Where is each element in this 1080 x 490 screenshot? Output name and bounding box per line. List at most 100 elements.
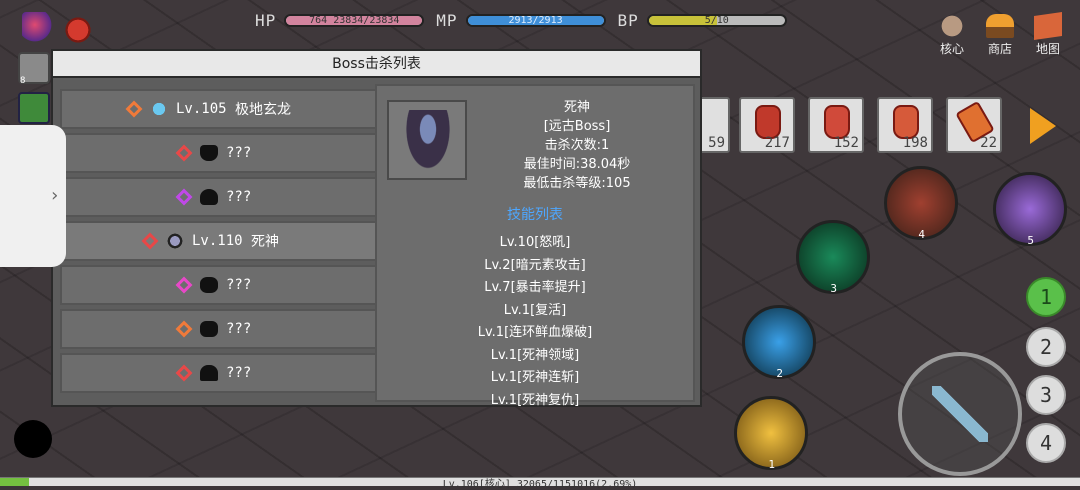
boss-row-6[interactable]: ??? — [60, 309, 415, 349]
skill-number-5: 5 — [1027, 234, 1034, 247]
skill-slot-1[interactable]: 1 — [734, 396, 808, 471]
potion-icon — [755, 105, 781, 139]
hp-label: HP — [255, 10, 277, 30]
rarity-diamond-icon — [125, 100, 143, 118]
core-icon — [938, 14, 966, 38]
chevron-right-icon: › — [49, 185, 60, 206]
bp-bar: 5/10 — [646, 13, 787, 27]
skill-slot-3[interactable]: 3 — [796, 220, 870, 295]
boss-name: ??? — [226, 365, 252, 381]
skills-list: Lv.10[怒吼] Lv.2[暗元素攻击] Lv.7[暴击率提升] Lv.1[复… — [377, 232, 693, 412]
boss-info: 死神 [远古Boss] 击杀次数:1 最佳时间:38.04秒 最低击杀等级:10… — [477, 98, 677, 193]
map-label: 地图 — [1035, 42, 1060, 56]
kill-count: 击杀次数:1 — [544, 138, 610, 153]
boss-row-4[interactable]: Lv.110 死神 — [60, 221, 415, 261]
boss-name: ??? — [226, 145, 252, 161]
boss-row-1[interactable]: Lv.105 极地玄龙 — [60, 89, 415, 129]
mp-bar: 2913/2913 — [465, 13, 606, 27]
boss-detail-name: 死神 — [563, 100, 590, 115]
boss-kill-panel: Boss击杀列表 Lv.105 极地玄龙 ??? ??? Lv.110 死神 ?… — [51, 49, 702, 408]
hammer-icon[interactable] — [18, 92, 50, 124]
skill-item: Lv.1[死神连斩] — [490, 370, 580, 385]
boss-portrait — [387, 100, 467, 180]
item-count-1: 59 — [708, 135, 725, 151]
rarity-diamond-icon — [141, 232, 159, 250]
skill-slot-2[interactable]: 2 — [742, 305, 816, 380]
death-reaper-icon — [166, 233, 184, 249]
skull-helmet-icon[interactable]: 8 — [18, 52, 50, 86]
skill-item: Lv.1[死神复仇] — [490, 392, 580, 408]
item-count-5: 22 — [980, 135, 997, 151]
skill-item: Lv.2[暗元素攻击] — [484, 257, 586, 273]
item-count-4: 198 — [902, 135, 928, 151]
next-page-arrow-icon[interactable] — [1030, 108, 1056, 144]
item-slot-2[interactable]: 217 — [739, 97, 795, 153]
boss-rank: [远古Boss] — [543, 119, 611, 134]
skill-slot-4[interactable]: 4 — [884, 166, 958, 241]
map-icon — [1034, 12, 1062, 40]
side-badge: 8 — [20, 76, 26, 86]
joystick-knob[interactable] — [14, 420, 52, 458]
skill-item: Lv.10[怒吼] — [499, 235, 571, 250]
attack-axe-button[interactable] — [898, 352, 1022, 476]
rarity-diamond-icon — [175, 276, 193, 294]
panel-title: Boss击杀列表 — [53, 51, 700, 78]
boss-row-2[interactable]: ??? — [60, 133, 415, 173]
min-kill-level: 最低击杀等级:105 — [523, 176, 631, 191]
map-menu-button[interactable]: 地图 — [1034, 12, 1062, 57]
potion-icon — [824, 105, 850, 139]
item-slot-3[interactable]: 152 — [808, 97, 864, 153]
bp-text: 5/10 — [704, 14, 729, 26]
hp-bar: 764 23834/23834 — [284, 13, 425, 27]
quick-slot-2-button[interactable]: 2 — [1026, 327, 1066, 367]
skill-number-1: 1 — [768, 458, 775, 471]
axe-icon — [932, 386, 988, 442]
boss-detail-panel: 死神 [远古Boss] 击杀次数:1 最佳时间:38.04秒 最低击杀等级:10… — [375, 84, 695, 408]
demon-mask-icon[interactable] — [62, 14, 94, 46]
best-time: 最佳时间:38.04秒 — [523, 157, 631, 172]
rarity-diamond-icon — [175, 364, 193, 382]
potion-icon — [893, 105, 919, 139]
skill-item: Lv.1[死神领域] — [490, 347, 580, 363]
boss-name: ??? — [226, 277, 252, 293]
skill-number-2: 2 — [776, 367, 783, 380]
locked-boss-silhouette-icon — [200, 189, 218, 205]
quick-slot-1-button[interactable]: 1 — [1026, 277, 1066, 317]
reaper-portrait-icon — [403, 110, 453, 174]
boss-name: ??? — [226, 189, 252, 205]
locked-boss-silhouette-icon — [200, 277, 218, 293]
boss-row-3[interactable]: ??? — [60, 177, 415, 217]
boss-name: ??? — [226, 321, 252, 337]
locked-boss-silhouette-icon — [200, 321, 218, 337]
item-count-2: 217 — [764, 135, 790, 151]
shop-icon — [986, 14, 1014, 38]
boss-level: Lv.105 — [176, 101, 227, 117]
core-label: 核心 — [939, 42, 964, 56]
boss-list: Lv.105 极地玄龙 ??? ??? Lv.110 死神 ??? ??? ??… — [60, 89, 415, 397]
skill-slot-5[interactable]: 5 — [993, 172, 1067, 247]
item-slot-4[interactable]: 198 — [877, 97, 933, 153]
shop-label: 商店 — [987, 42, 1012, 56]
item-slot-5[interactable]: 22 — [946, 97, 1002, 153]
mp-text: 2913/2913 — [508, 14, 563, 26]
boss-row-7[interactable]: ??? — [60, 353, 415, 393]
experience-bar: Lv.106[核心] 32065/1151016(2.69%) — [0, 477, 1080, 490]
boss-row-5[interactable]: ??? — [60, 265, 415, 305]
shop-menu-button[interactable]: 商店 — [986, 14, 1014, 57]
character-avatar-icon[interactable] — [22, 12, 54, 44]
locked-boss-silhouette-icon — [200, 145, 218, 161]
core-menu-button[interactable]: 核心 — [938, 14, 966, 57]
item-count-3: 152 — [833, 135, 859, 151]
ice-dragon-icon — [150, 101, 168, 117]
rarity-diamond-icon — [175, 188, 193, 206]
skill-number-3: 3 — [830, 282, 837, 295]
skill-number-4: 4 — [918, 228, 925, 241]
quick-slot-4-button[interactable]: 4 — [1026, 423, 1066, 463]
rarity-diamond-icon — [175, 144, 193, 162]
side-drawer[interactable]: › — [0, 125, 66, 267]
mp-label: MP — [436, 10, 458, 30]
skill-item: Lv.1[复活] — [503, 302, 567, 318]
skills-list-title: 技能列表 — [507, 207, 563, 223]
skill-item: Lv.7[暴击率提升] — [484, 280, 586, 295]
quick-slot-3-button[interactable]: 3 — [1026, 375, 1066, 415]
